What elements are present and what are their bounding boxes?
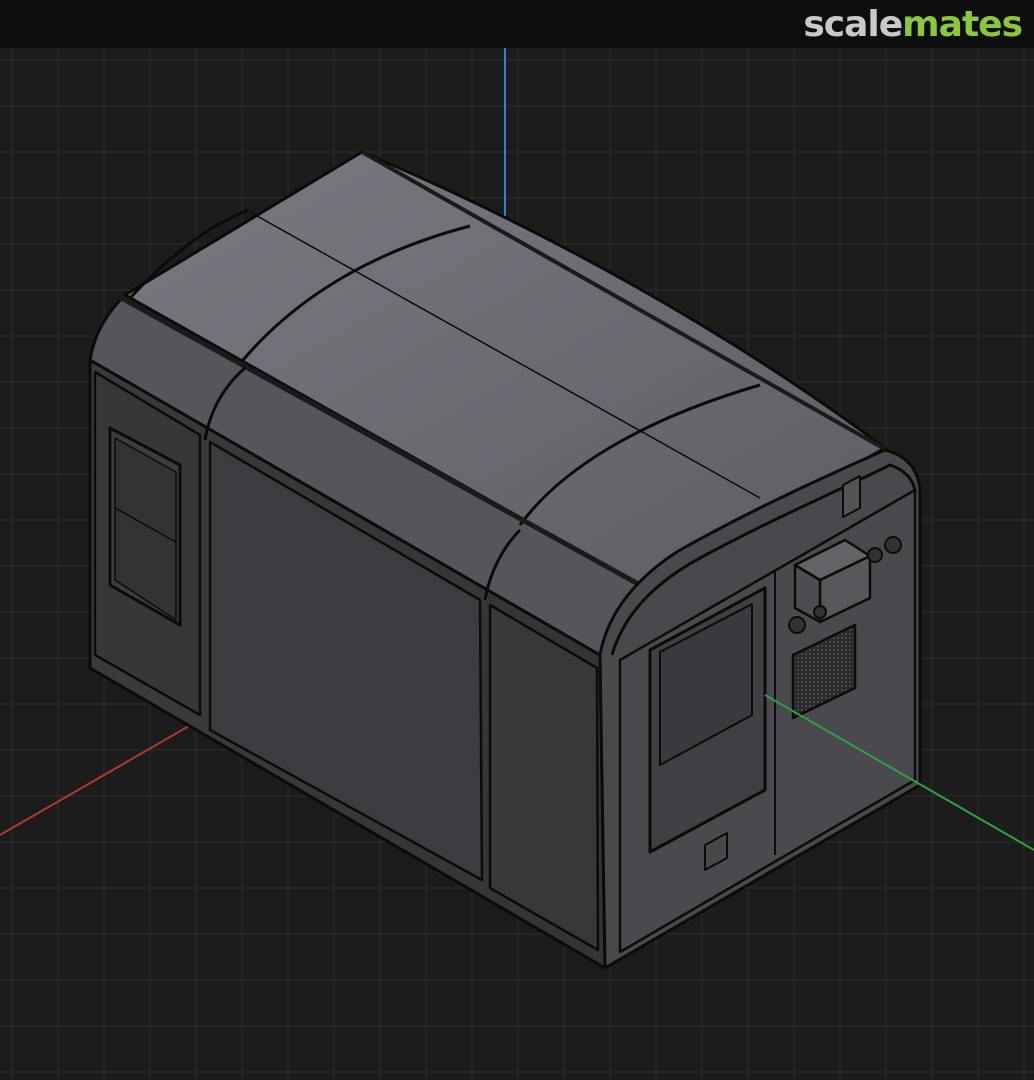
logo-text-mates: mates xyxy=(902,4,1023,45)
knob xyxy=(788,616,806,634)
model-scene[interactable] xyxy=(0,48,1034,1080)
cabin-model[interactable] xyxy=(88,150,922,970)
knob xyxy=(813,605,827,619)
knob xyxy=(867,547,883,563)
header-bar: scalemates xyxy=(0,0,1034,48)
3d-viewport[interactable]: scalemates xyxy=(0,0,1034,1080)
scalemates-logo: scalemates xyxy=(803,4,1023,45)
knob xyxy=(884,536,902,554)
logo-text-scale: scale xyxy=(803,4,903,45)
